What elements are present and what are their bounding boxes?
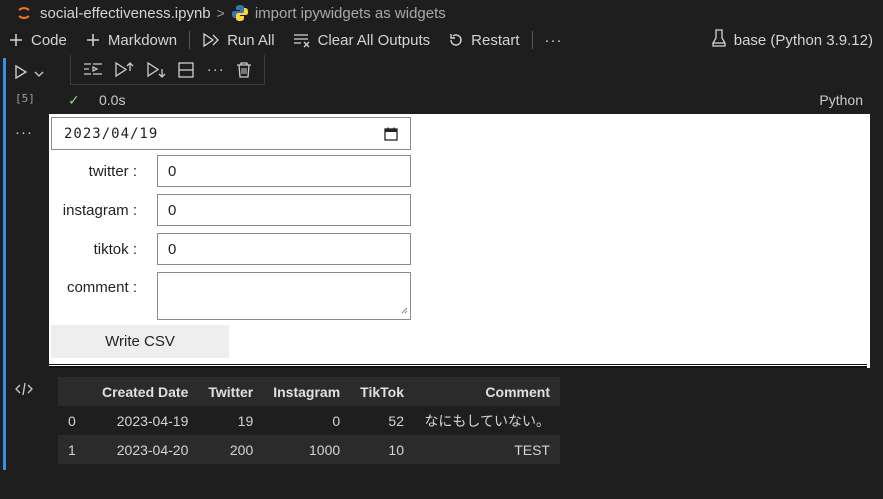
resize-grip-icon[interactable]: [401, 302, 408, 317]
success-check-icon: ✓: [68, 92, 80, 108]
run-all-icon: [202, 32, 220, 48]
toolbar-divider: [189, 31, 191, 49]
date-picker[interactable]: 2023/04/19: [51, 117, 411, 150]
kernel-icon: [712, 29, 726, 51]
cell-language[interactable]: Python: [819, 92, 863, 108]
toolbar-divider: [531, 31, 533, 49]
table-header-cell: Instagram: [273, 383, 341, 400]
twitter-label: twitter :: [88, 162, 137, 180]
table-cell: 1: [68, 441, 76, 458]
jupyter-icon: [16, 5, 32, 21]
notebook-toolbar: Code Markdown Run All Clear All Outputs …: [0, 26, 883, 54]
split-cell-icon[interactable]: [177, 61, 195, 79]
add-code-cell-button[interactable]: Code: [8, 32, 67, 49]
write-csv-button[interactable]: Write CSV: [51, 325, 229, 358]
markdown-label: Markdown: [107, 31, 178, 49]
table-header-cell: Created Date: [102, 383, 189, 400]
execution-time: 0.0s: [99, 92, 126, 108]
tiktok-input[interactable]: 0: [157, 233, 411, 265]
table-cell: 0: [332, 412, 341, 429]
restart-button[interactable]: Restart: [448, 31, 520, 49]
table-cell: 200: [229, 441, 254, 458]
execute-above-icon[interactable]: [114, 61, 134, 79]
python-icon: [231, 4, 249, 22]
comment-textarea[interactable]: [157, 272, 411, 320]
more-icon[interactable]: ···: [207, 61, 225, 78]
cell-focus-indicator: [3, 58, 6, 470]
table-header-cell: Comment: [485, 383, 550, 400]
table-cell: なにもしていない。: [424, 412, 550, 429]
clear-outputs-icon: [293, 32, 311, 48]
table-cell: TEST: [514, 441, 550, 458]
tiktok-label: tiktok :: [93, 240, 137, 258]
table-row: 0 2023-04-19 19 0 52 なにもしていない。: [58, 406, 560, 435]
output-divider: [49, 364, 867, 365]
restart-icon: [448, 32, 464, 48]
table-cell: 1000: [309, 441, 341, 458]
cell-toolbar: ···: [70, 55, 265, 85]
comment-label: comment :: [66, 279, 137, 296]
instagram-row: instagram : 0: [49, 194, 411, 226]
table-cell: 2023-04-19: [116, 412, 189, 429]
widget-output: 2023/04/19 twitter : 0 instagram : 0 tik…: [49, 114, 870, 368]
run-all-button[interactable]: Run All: [202, 32, 275, 49]
execute-below-icon[interactable]: [146, 61, 166, 79]
table-cell: 0: [68, 412, 76, 429]
run-all-label: Run All: [227, 31, 275, 49]
table-row: 1 2023-04-20 200 1000 10 TEST: [58, 435, 560, 464]
breadcrumb-separator: >: [216, 5, 225, 21]
instagram-label: instagram :: [62, 201, 137, 219]
run-cell-button[interactable]: [14, 64, 44, 83]
restart-label: Restart: [471, 31, 520, 49]
run-by-line-icon[interactable]: [83, 61, 103, 79]
table-header-cell: Twitter: [208, 383, 254, 400]
more-actions-button[interactable]: ···: [545, 32, 563, 49]
twitter-input[interactable]: 0: [157, 155, 411, 187]
breadcrumb-file[interactable]: social-effectiveness.ipynb: [40, 5, 211, 22]
table-header-cell: TikTok: [360, 383, 404, 400]
clear-all-outputs-button[interactable]: Clear All Outputs: [293, 31, 431, 49]
run-cell-icon: [14, 64, 28, 83]
date-value: 2023/04/19: [64, 125, 159, 142]
table-cell: 19: [237, 412, 254, 429]
calendar-icon[interactable]: [384, 127, 398, 145]
clear-label: Clear All Outputs: [317, 31, 431, 49]
dataframe-table: Created Date Twitter Instagram TikTok Co…: [58, 377, 560, 464]
plus-icon: [85, 32, 101, 48]
chevron-down-icon[interactable]: [34, 66, 44, 81]
comment-row: comment :: [49, 272, 411, 320]
execution-count: [5]: [15, 92, 35, 105]
trash-icon[interactable]: [236, 61, 252, 79]
output-divider: [49, 366, 867, 368]
more-icon: ···: [544, 31, 563, 49]
tiktok-row: tiktok : 0: [49, 233, 411, 265]
twitter-row: twitter : 0: [49, 155, 411, 187]
kernel-label: base (Python 3.9.12): [733, 31, 873, 49]
instagram-value: 0: [168, 201, 177, 219]
add-markdown-cell-button[interactable]: Markdown: [85, 32, 177, 49]
tiktok-value: 0: [168, 240, 177, 258]
output-actions-button[interactable]: ···: [15, 124, 33, 141]
twitter-value: 0: [168, 162, 177, 180]
breadcrumb: social-effectiveness.ipynb > import ipyw…: [0, 0, 883, 26]
table-cell: 52: [388, 412, 404, 429]
code-label: Code: [31, 31, 67, 49]
plus-icon: [8, 32, 24, 48]
table-header-cell: [58, 377, 92, 406]
kernel-picker[interactable]: base (Python 3.9.12): [712, 26, 873, 54]
code-output-icon[interactable]: [14, 381, 34, 400]
table-cell: 2023-04-20: [116, 441, 189, 458]
breadcrumb-symbol[interactable]: import ipywidgets as widgets: [255, 5, 446, 22]
instagram-input[interactable]: 0: [157, 194, 411, 226]
table-cell: 10: [388, 441, 404, 458]
table-header-row: Created Date Twitter Instagram TikTok Co…: [58, 377, 560, 406]
